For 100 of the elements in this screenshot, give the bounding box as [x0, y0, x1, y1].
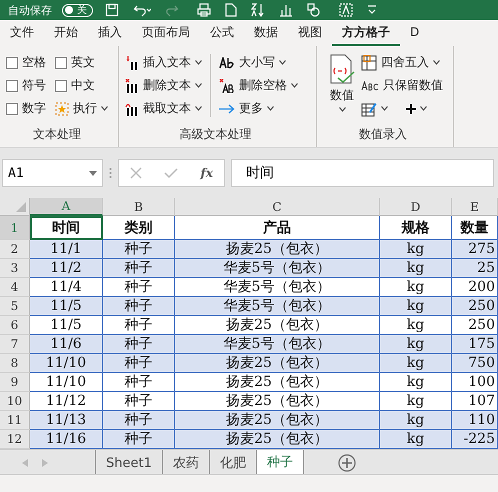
table-cell: 11/6	[30, 335, 103, 354]
ribbon-tab[interactable]: 公式	[200, 20, 244, 46]
table-cell: 种子	[103, 411, 175, 430]
table-cell: kg	[380, 335, 452, 354]
header-cell: 时间	[30, 216, 103, 240]
insert-function-button[interactable]: fx	[200, 166, 213, 180]
table-cell: 华麦5号（包衣）	[175, 335, 380, 354]
column-header[interactable]: D	[380, 198, 452, 216]
grip-icon	[109, 167, 112, 179]
table-cell: 275	[452, 240, 498, 259]
ribbon-button[interactable]: 删除文本	[125, 77, 202, 94]
checkbox[interactable]	[6, 56, 18, 68]
row-header[interactable]: 6	[0, 316, 30, 335]
document-check-icon	[329, 54, 355, 84]
row-header[interactable]: 1	[0, 216, 30, 240]
row-header[interactable]: 4	[0, 278, 30, 297]
ribbon-button[interactable]: 四舍五入	[361, 54, 443, 71]
table-cell: 华麦5号（包衣）	[175, 259, 380, 278]
checkbox[interactable]	[55, 56, 67, 68]
ribbon-button[interactable]: 只保留数值	[361, 77, 443, 94]
document-icon[interactable]	[225, 3, 237, 17]
ribbon-tab[interactable]: 视图	[288, 20, 332, 46]
cut-text-icon	[125, 102, 139, 116]
sheet-tab[interactable]: 种子	[256, 450, 304, 476]
formula-field[interactable]: 时间	[231, 159, 494, 187]
sort-icon[interactable]	[251, 3, 265, 17]
table-cell: kg	[380, 297, 452, 316]
ribbon-tab[interactable]: 开始	[44, 20, 88, 46]
table-cell: 11/10	[30, 354, 103, 373]
undo-icon[interactable]	[133, 3, 151, 17]
row-header[interactable]: 11	[0, 411, 30, 430]
name-box[interactable]: A1	[2, 159, 103, 187]
checkbox-label: 数字	[22, 100, 46, 117]
table-cell: 种子	[103, 430, 175, 449]
checkbox-label: 符号	[22, 77, 46, 94]
abc-icon	[361, 80, 379, 90]
text-box-icon[interactable]	[339, 3, 353, 17]
add-sheet-icon[interactable]	[338, 454, 356, 472]
table-cell: 175	[452, 335, 498, 354]
ribbon-tab[interactable]: 插入	[88, 20, 132, 46]
row-header[interactable]: 3	[0, 259, 30, 278]
ribbon-tab[interactable]: 文件	[0, 20, 44, 46]
ribbon-button[interactable]: 插入文本	[125, 54, 202, 71]
caret-icon	[381, 106, 388, 111]
insert-text-icon	[125, 56, 139, 70]
autosave-toggle[interactable]: 关	[62, 4, 93, 16]
checkbox[interactable]	[55, 80, 67, 92]
ribbon-button[interactable]: 大小写	[219, 54, 298, 71]
table-cell: 种子	[103, 335, 175, 354]
save-icon[interactable]	[105, 3, 119, 17]
table-cell: kg	[380, 373, 452, 392]
ribbon-tab[interactable]: 数据	[244, 20, 288, 46]
checkbox[interactable]	[6, 80, 18, 92]
check-icon[interactable]	[164, 167, 178, 179]
table-cell: 11/2	[30, 259, 103, 278]
column-header[interactable]: C	[175, 198, 380, 216]
group-label: 数值录入	[358, 126, 408, 143]
row-header[interactable]: 8	[0, 354, 30, 373]
row-header[interactable]: 2	[0, 240, 30, 259]
row-header[interactable]: 12	[0, 430, 30, 449]
caret-icon	[195, 60, 202, 65]
ribbon-tab[interactable]: D	[400, 20, 430, 46]
case-icon	[219, 56, 235, 68]
table-cell: 11/13	[30, 411, 103, 430]
table-cell: 11/5	[30, 297, 103, 316]
ribbon-button[interactable]: 更多	[219, 100, 298, 117]
table-cell: 100	[452, 373, 498, 392]
checkbox[interactable]	[6, 102, 18, 114]
star-icon	[55, 102, 69, 116]
caret-icon	[195, 106, 202, 111]
ribbon-button[interactable]: 执行	[55, 100, 108, 117]
table-cell: 种子	[103, 354, 175, 373]
caret-icon	[267, 106, 274, 111]
row-header[interactable]: 9	[0, 373, 30, 392]
ribbon-button[interactable]	[361, 100, 388, 117]
checkbox-label: 英文	[71, 54, 95, 71]
table-cell: 种子	[103, 373, 175, 392]
ribbon-tab[interactable]: 方方格子	[332, 20, 400, 46]
table-cell: 扬麦25（包衣）	[175, 240, 380, 259]
ribbon-button[interactable]: 删除空格	[219, 77, 298, 94]
column-header[interactable]: E	[452, 198, 498, 216]
caret-icon	[338, 107, 346, 112]
row-header[interactable]: 7	[0, 335, 30, 354]
table-cell: 扬麦25（包衣）	[175, 430, 380, 449]
delete-space-icon	[219, 78, 235, 92]
plus-icon	[406, 104, 416, 114]
print-icon[interactable]	[197, 3, 211, 17]
table-icon	[361, 54, 377, 70]
ribbon-button[interactable]: 截取文本	[125, 100, 202, 117]
table-cell: kg	[380, 411, 452, 430]
row-header[interactable]: 5	[0, 297, 30, 316]
row-header[interactable]: 10	[0, 392, 30, 411]
bar-chart-icon[interactable]	[279, 3, 293, 17]
table-cell: 扬麦25（包衣）	[175, 411, 380, 430]
number-button[interactable]: 数值	[323, 54, 361, 112]
ribbon-tab[interactable]: 页面布局	[132, 20, 200, 46]
column-header[interactable]: A	[30, 198, 103, 216]
table-cell: 华麦5号（包衣）	[175, 297, 380, 316]
column-header[interactable]: B	[103, 198, 175, 216]
table-cell: 750	[452, 354, 498, 373]
